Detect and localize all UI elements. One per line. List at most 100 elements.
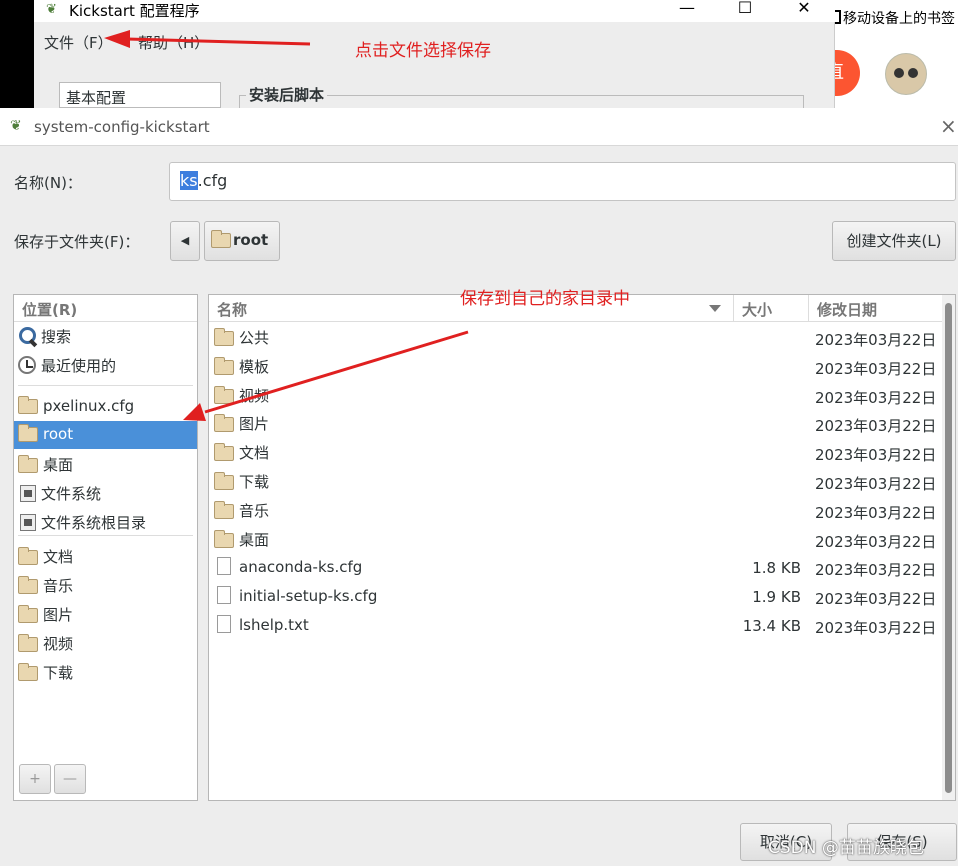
sort-descending-icon bbox=[709, 305, 721, 312]
place-item-label: 文档 bbox=[43, 548, 74, 566]
file-row[interactable]: lshelp.txt 13.4 KB 2023年03月22日 bbox=[209, 611, 939, 640]
file-date: 2023年03月22日 bbox=[815, 590, 937, 609]
filename-input[interactable]: ks.cfg bbox=[169, 162, 956, 201]
file-row[interactable]: 桌面 2023年03月22日 bbox=[209, 525, 939, 554]
maximize-button[interactable]: ☐ bbox=[725, 0, 765, 20]
create-folder-button[interactable]: 创建文件夹(L) bbox=[832, 221, 956, 261]
column-size[interactable]: 大小 bbox=[734, 295, 809, 322]
file-name-cell: anaconda-ks.cfg bbox=[214, 557, 362, 576]
file-date: 2023年03月22日 bbox=[815, 475, 937, 493]
avatar[interactable] bbox=[885, 53, 927, 95]
path-button-root[interactable]: root bbox=[204, 221, 280, 261]
place-item[interactable]: 音乐 bbox=[14, 571, 197, 599]
file-icon bbox=[217, 615, 231, 633]
name-label: 名称(N)： bbox=[14, 174, 82, 192]
host-desktop-strip bbox=[0, 0, 34, 108]
file-date: 2023年03月22日 bbox=[815, 331, 937, 349]
file-row[interactable]: 公共 2023年03月22日 bbox=[209, 323, 939, 352]
file-name-cell: 下载 bbox=[214, 471, 269, 492]
file-row[interactable]: 视频 2023年03月22日 bbox=[209, 381, 939, 410]
kickstart-title: Kickstart 配置程序 bbox=[69, 2, 200, 20]
drive-icon bbox=[20, 514, 36, 531]
places-header[interactable]: 位置(R) bbox=[14, 295, 197, 322]
file-date: 2023年03月22日 bbox=[815, 446, 937, 465]
file-name-cell: 视频 bbox=[214, 385, 269, 406]
file-icon bbox=[217, 586, 231, 605]
file-date: 2023年03月22日 bbox=[815, 619, 937, 637]
places-panel: 位置(R) 搜索最近使用的 pxelinux.cfg root 桌面 文件系统 文件系统根… bbox=[13, 294, 198, 801]
section-title: 安装后脚本 bbox=[246, 84, 328, 105]
drive-icon bbox=[20, 485, 36, 502]
watermark: CSDN @苗苗族晓包 bbox=[768, 838, 924, 858]
file-size: 1.9 KB bbox=[752, 588, 801, 607]
file-name: anaconda-ks.cfg bbox=[239, 558, 363, 577]
dialog-title: system-config-kickstart bbox=[34, 118, 210, 136]
annotation-save-hint: 点击文件选择保存 bbox=[355, 41, 491, 61]
sidebar-item-basic-config[interactable]: 基本配置 bbox=[59, 82, 221, 108]
file-row[interactable]: 下载 2023年03月22日 bbox=[209, 467, 939, 496]
place-item[interactable]: 桌面 bbox=[14, 450, 197, 478]
folder-icon bbox=[214, 356, 234, 375]
place-item[interactable]: pxelinux.cfg bbox=[14, 393, 197, 421]
remove-bookmark-button[interactable]: — bbox=[54, 764, 86, 794]
file-name: 音乐 bbox=[239, 501, 270, 520]
file-row[interactable]: anaconda-ks.cfg 1.8 KB 2023年03月22日 bbox=[209, 553, 939, 582]
file-name-cell: 音乐 bbox=[214, 500, 269, 521]
menu-help[interactable]: 帮助（H） bbox=[138, 32, 209, 53]
back-button[interactable]: ◀ bbox=[170, 221, 200, 261]
app-icon: ❦ bbox=[10, 118, 22, 134]
videos-folder-icon bbox=[18, 634, 38, 652]
file-date: 2023年03月22日 bbox=[815, 359, 937, 378]
file-row[interactable]: initial-setup-ks.cfg 1.9 KB 2023年03月22日 bbox=[209, 582, 939, 611]
file-name: lshelp.txt bbox=[239, 616, 309, 634]
place-item[interactable]: 搜索 bbox=[14, 322, 197, 350]
recent-icon bbox=[18, 356, 36, 374]
file-size: 13.4 KB bbox=[742, 617, 801, 635]
scrollbar-thumb[interactable] bbox=[945, 303, 952, 793]
place-item[interactable]: 文档 bbox=[14, 542, 197, 570]
file-row[interactable]: 音乐 2023年03月22日 bbox=[209, 496, 939, 525]
file-name-cell: 文档 bbox=[214, 442, 269, 463]
file-list: 名称 大小 修改日期 公共 2023年03月22日 模板 2023年03月22日 视频 2… bbox=[208, 294, 956, 801]
close-button[interactable]: ✕ bbox=[784, 0, 824, 20]
file-icon bbox=[217, 557, 231, 576]
documents-folder-icon bbox=[18, 547, 38, 565]
add-bookmark-button[interactable]: + bbox=[19, 764, 51, 794]
folder-icon bbox=[214, 414, 234, 433]
file-size: 1.8 KB bbox=[752, 559, 801, 578]
file-row[interactable]: 文档 2023年03月22日 bbox=[209, 438, 939, 467]
place-item[interactable]: 最近使用的 bbox=[14, 351, 197, 379]
place-item-label: root bbox=[43, 425, 74, 443]
place-item[interactable]: 下载 bbox=[14, 658, 197, 686]
save-in-label: 保存于文件夹(F)： bbox=[14, 233, 140, 251]
file-row[interactable]: 模板 2023年03月22日 bbox=[209, 352, 939, 381]
place-item-label: 下载 bbox=[43, 664, 74, 682]
places-separator bbox=[18, 385, 193, 386]
kickstart-app-icon: ❦ bbox=[46, 2, 57, 17]
place-item[interactable]: 视频 bbox=[14, 629, 197, 657]
file-row[interactable]: 图片 2023年03月22日 bbox=[209, 409, 939, 438]
desktop-folder-icon bbox=[18, 455, 38, 473]
place-item[interactable]: 文件系统 bbox=[14, 479, 197, 507]
minimize-button[interactable]: — bbox=[667, 0, 707, 20]
column-modified[interactable]: 修改日期 bbox=[809, 295, 942, 322]
annotation-home-hint: 保存到自己的家目录中 bbox=[460, 289, 630, 309]
place-item[interactable]: 文件系统根目录 bbox=[14, 508, 197, 536]
menu-file[interactable]: 文件（F） bbox=[44, 32, 113, 53]
bookmark-label[interactable]: 移动设备上的书签 bbox=[843, 8, 955, 28]
path-button-label: root bbox=[233, 231, 269, 249]
pictures-folder-icon bbox=[18, 605, 38, 623]
home-folder-icon bbox=[211, 230, 231, 248]
place-item-label: 搜索 bbox=[41, 328, 72, 346]
file-name: 视频 bbox=[239, 386, 270, 405]
place-item-label: 图片 bbox=[43, 606, 74, 624]
close-icon[interactable]: × bbox=[940, 116, 957, 136]
place-item-label: 视频 bbox=[43, 635, 74, 653]
file-name-cell: 图片 bbox=[214, 413, 269, 434]
file-name-cell: 模板 bbox=[214, 356, 269, 377]
file-name-cell: 桌面 bbox=[214, 529, 269, 550]
place-item-label: 音乐 bbox=[43, 577, 74, 595]
place-item[interactable]: root bbox=[14, 421, 197, 449]
place-item[interactable]: 图片 bbox=[14, 600, 197, 628]
file-name-cell: lshelp.txt bbox=[214, 615, 309, 634]
